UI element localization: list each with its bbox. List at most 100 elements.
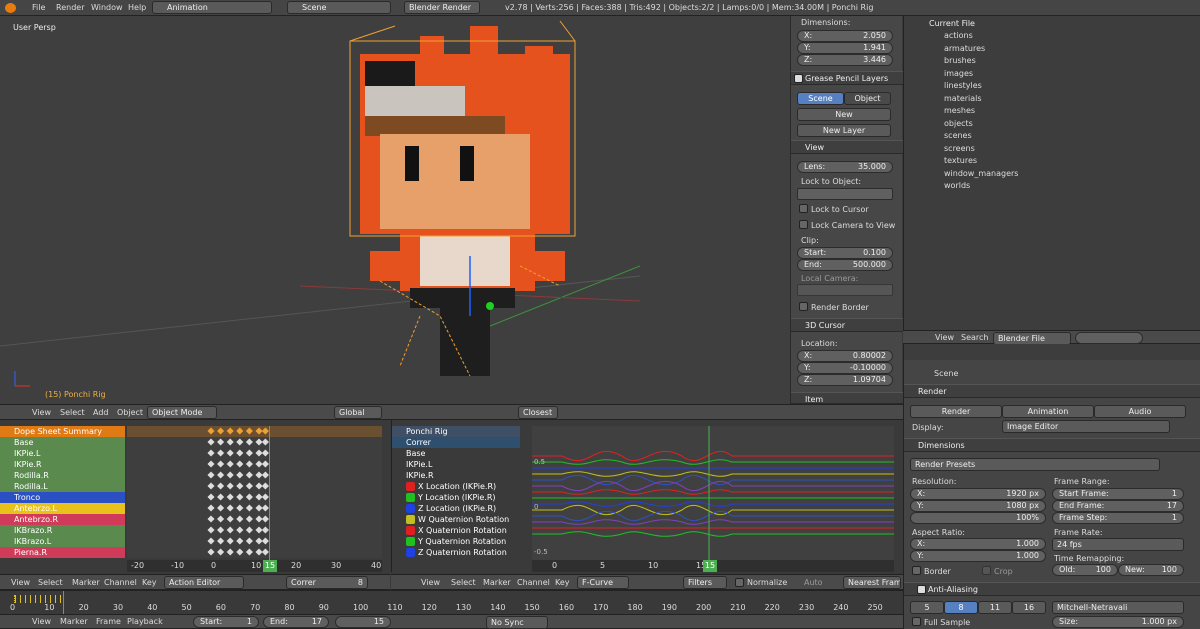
clip-end-field[interactable]: End: 500.000 xyxy=(797,259,893,271)
res-x-field[interactable]: X: 1920 px xyxy=(910,488,1046,500)
ge-mode-select[interactable]: F-Curve xyxy=(577,576,629,589)
dim-z-field[interactable]: Z: 3.446 xyxy=(797,54,893,66)
outliner-item-materials[interactable]: materials xyxy=(944,94,982,103)
outliner[interactable]: Current File actions armatures brushes imag… xyxy=(903,16,1200,330)
outliner-item-actions[interactable]: actions xyxy=(944,31,973,40)
outliner-item-images[interactable]: images xyxy=(944,69,973,78)
cursor-panel-header[interactable]: 3D Cursor xyxy=(791,318,903,332)
tl-menu-frame[interactable]: Frame xyxy=(96,615,121,629)
outliner-item-linestyles[interactable]: linestyles xyxy=(944,81,982,90)
normalize-checkbox[interactable] xyxy=(735,578,744,587)
ds-editor-select[interactable]: Action Editor xyxy=(164,576,244,589)
outliner-menu-view[interactable]: View xyxy=(935,331,954,345)
border-checkbox[interactable] xyxy=(912,566,921,575)
cursor-x-field[interactable]: X: 0.80002 xyxy=(797,350,893,362)
menu-file[interactable]: File xyxy=(32,1,45,15)
aa-16[interactable]: 16 xyxy=(1012,601,1046,614)
ge-channel-9[interactable]: X Quaternion Rotation xyxy=(392,525,520,536)
audio-button[interactable]: Audio xyxy=(1094,405,1186,418)
ge-channel-2[interactable]: Base xyxy=(392,448,520,459)
ge-menu-view[interactable]: View xyxy=(421,576,440,590)
ge-menu-select[interactable]: Select xyxy=(451,576,476,590)
ds-channel-6[interactable]: Tronco xyxy=(0,492,125,503)
dim-x-field[interactable]: X: 2.050 xyxy=(797,30,893,42)
full-sample-checkbox[interactable] xyxy=(912,617,921,626)
frame-step-field[interactable]: Frame Step: 1 xyxy=(1052,512,1184,524)
view3d-menu-select[interactable]: Select xyxy=(60,406,85,420)
outliner-item-armatures[interactable]: armatures xyxy=(944,44,985,53)
clip-start-field[interactable]: Start: 0.100 xyxy=(797,247,893,259)
view-panel-header[interactable]: View xyxy=(791,140,903,154)
fps-select[interactable]: 24 fps xyxy=(1052,538,1184,551)
tl-current-frame-field[interactable]: 15 xyxy=(335,616,391,628)
tab-scene[interactable]: Scene xyxy=(797,92,844,105)
aa-filter-select[interactable]: Mitchell-Netravali xyxy=(1052,601,1184,614)
ds-channel-4[interactable]: Rodilla.R xyxy=(0,470,125,481)
outliner-item-textures[interactable]: textures xyxy=(944,156,977,165)
view3d-menu-object[interactable]: Object xyxy=(117,406,143,420)
properties-tabs[interactable] xyxy=(904,344,1200,360)
filter-size-field[interactable]: Size: 1.000 px xyxy=(1052,616,1184,628)
ds-menu-channel[interactable]: Channel xyxy=(104,576,137,590)
ds-menu-view[interactable]: View xyxy=(11,576,30,590)
ds-channel-7[interactable]: Antebrzo.L xyxy=(0,503,125,514)
ge-channel-1[interactable]: Correr xyxy=(392,437,520,448)
aa-checkbox[interactable] xyxy=(917,585,926,594)
dim-y-field[interactable]: Y: 1.941 xyxy=(797,42,893,54)
start-frame-field[interactable]: Start Frame: 1 xyxy=(1052,488,1184,500)
render-border-checkbox[interactable] xyxy=(799,302,808,311)
blender-logo-icon[interactable] xyxy=(5,3,16,13)
remap-old-field[interactable]: Old: 100 xyxy=(1052,564,1118,576)
ds-action-select[interactable]: Correr 8 xyxy=(286,576,368,589)
graph-editor[interactable]: Ponchi Rig Correr Base IKPie.L IKPie.R X Loca… xyxy=(391,420,903,572)
res-percent-field[interactable]: 100% xyxy=(910,512,1046,524)
view3d-menu-view[interactable]: View xyxy=(32,406,51,420)
tl-menu-playback[interactable]: Playback xyxy=(127,615,163,629)
ge-channel-0[interactable]: Ponchi Rig xyxy=(392,426,520,437)
orientation-select[interactable]: Global xyxy=(334,406,382,419)
nearest-frame-select[interactable]: Nearest Frame xyxy=(843,576,901,589)
ds-menu-marker[interactable]: Marker xyxy=(72,576,100,590)
render-panel-header[interactable]: Render xyxy=(904,384,1200,398)
outliner-item-meshes[interactable]: meshes xyxy=(944,106,975,115)
dimensions-panel-header[interactable]: Dimensions xyxy=(904,438,1200,452)
dopesheet-current-frame[interactable]: 15 xyxy=(263,560,277,572)
render-button[interactable]: Render xyxy=(910,405,1002,418)
ge-menu-marker[interactable]: Marker xyxy=(483,576,511,590)
item-panel-header[interactable]: Item xyxy=(791,392,903,404)
outliner-search-input[interactable] xyxy=(1075,332,1143,344)
tl-end-field[interactable]: End: 17 xyxy=(263,616,329,628)
tl-menu-view[interactable]: View xyxy=(32,615,51,629)
ge-channel-6[interactable]: Y Location (IKPie.R) xyxy=(392,492,520,503)
ge-channel-5[interactable]: X Location (IKPie.R) xyxy=(392,481,520,492)
snap-target-select[interactable]: Closest xyxy=(518,406,558,419)
aa-8[interactable]: 8 xyxy=(944,601,978,614)
mode-select[interactable]: Object Mode xyxy=(147,406,217,419)
viewport-3d[interactable]: User Persp (15) Ponchi Rig xyxy=(0,16,790,404)
ge-channel-4[interactable]: IKPie.R xyxy=(392,470,520,481)
view3d-menu-add[interactable]: Add xyxy=(93,406,109,420)
ge-channel-7[interactable]: Z Location (IKPie.R) xyxy=(392,503,520,514)
ge-menu-key[interactable]: Key xyxy=(555,576,570,590)
outliner-item-window-managers[interactable]: window_managers xyxy=(944,169,1018,178)
remap-new-field[interactable]: New: 100 xyxy=(1118,564,1184,576)
scene-select[interactable]: Scene xyxy=(287,1,391,14)
ds-channel-0[interactable]: Dope Sheet Summary xyxy=(0,426,125,437)
outliner-item-screens[interactable]: screens xyxy=(944,144,975,153)
new-layer-button[interactable]: New Layer xyxy=(797,124,891,137)
outliner-item-brushes[interactable]: brushes xyxy=(944,56,976,65)
grease-pencil-header[interactable]: Grease Pencil Layers xyxy=(791,71,903,85)
new-gp-button[interactable]: New xyxy=(797,108,891,121)
aa-11[interactable]: 11 xyxy=(978,601,1012,614)
outliner-item-scenes[interactable]: scenes xyxy=(944,131,972,140)
crop-checkbox[interactable] xyxy=(982,566,991,575)
lock-camera-checkbox[interactable] xyxy=(799,220,808,229)
animation-button[interactable]: Animation xyxy=(1002,405,1094,418)
aspect-y-field[interactable]: Y: 1.000 xyxy=(910,550,1046,562)
aspect-x-field[interactable]: X: 1.000 xyxy=(910,538,1046,550)
ge-channel-8[interactable]: W Quaternion Rotation xyxy=(392,514,520,525)
end-frame-field[interactable]: End Frame: 17 xyxy=(1052,500,1184,512)
ds-channel-10[interactable]: IKBrazo.L xyxy=(0,536,125,547)
ds-channel-9[interactable]: IKBrazo.R xyxy=(0,525,125,536)
graph-current-frame[interactable]: 15 xyxy=(703,560,717,572)
